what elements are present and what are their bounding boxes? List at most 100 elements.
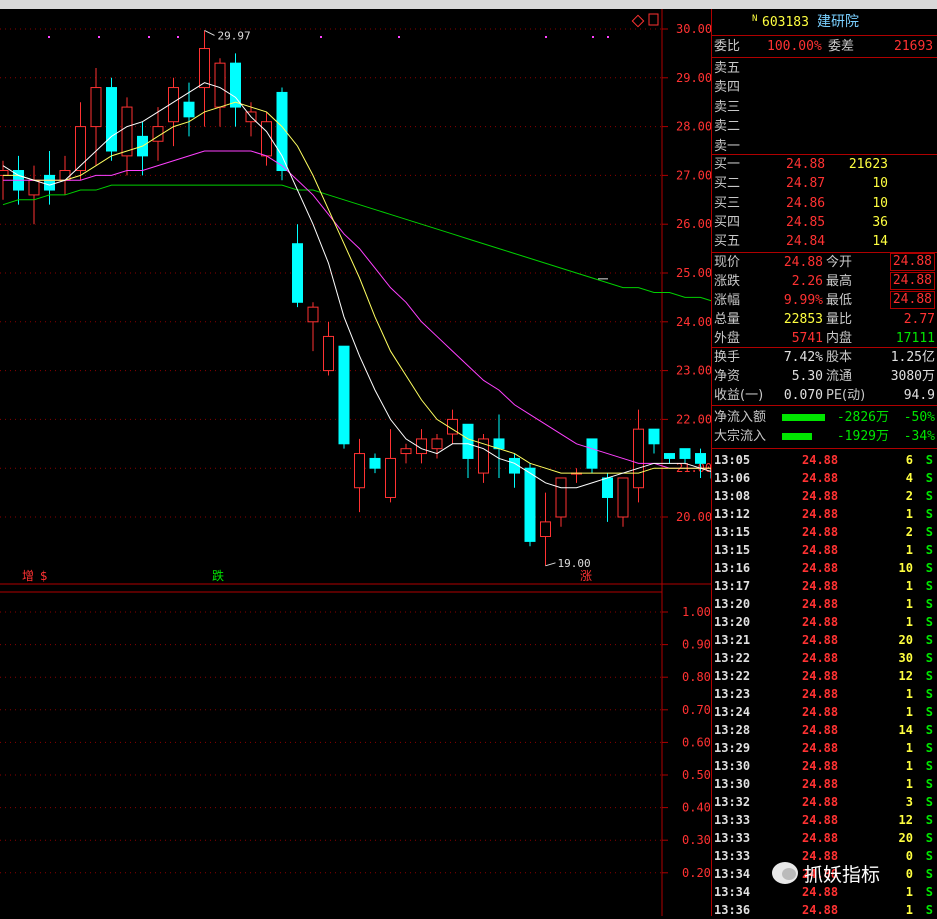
- signal-marker: 涨: [580, 568, 592, 583]
- tick-row[interactable]: 13:32 24.88 3 S: [712, 793, 937, 811]
- tick-price: 24.88: [802, 525, 839, 539]
- tick-row[interactable]: 13:20 24.88 1 S: [712, 613, 937, 631]
- candle-body: [90, 87, 102, 128]
- tick-time: 13:30: [714, 777, 751, 791]
- quote-value: 9.99%: [783, 293, 823, 308]
- tick-row[interactable]: 13:24 24.88 1 S: [712, 703, 937, 721]
- tick-side: S: [925, 453, 933, 467]
- candle-body: [261, 121, 272, 157]
- stock-code: 603183: [762, 15, 809, 30]
- y-tick-label: 26.00: [676, 217, 711, 231]
- tick-time: 13:33: [714, 849, 751, 863]
- candle-body: [44, 174, 55, 191]
- candle-body: [648, 428, 660, 445]
- bid-volume: 21623: [848, 157, 888, 172]
- tick-row[interactable]: 13:17 24.88 1 S: [712, 577, 937, 595]
- bid-row: 买一 24.88 21623: [712, 155, 937, 174]
- fund-label: 换手: [714, 350, 741, 365]
- bid-price: 24.85: [786, 214, 826, 230]
- tick-price: 24.88: [802, 471, 839, 485]
- indicator-tick-label: 1.00: [682, 605, 711, 619]
- quote-label: 总量: [714, 312, 741, 327]
- bid-volume: 10: [872, 195, 888, 211]
- tick-volume: 1: [905, 759, 913, 773]
- tick-volume: 2: [905, 489, 913, 503]
- tick-side: S: [925, 489, 933, 503]
- ask-label: 卖四: [714, 80, 741, 96]
- tick-row[interactable]: 13:30 24.88 1 S: [712, 757, 937, 775]
- tick-row[interactable]: 13:06 24.88 4 S: [712, 469, 937, 487]
- bid-volume: 10: [872, 176, 888, 192]
- tick-volume: 4: [905, 471, 913, 485]
- tick-row[interactable]: 13:05 24.88 6 S: [712, 451, 937, 469]
- quote-label: 外盘: [714, 331, 741, 346]
- quote-value: 24.88: [783, 255, 823, 270]
- tick-price: 24.88: [802, 813, 839, 827]
- tick-row[interactable]: 13:16 24.88 10 S: [712, 559, 937, 577]
- tick-side: S: [925, 723, 933, 737]
- kline-chart[interactable]: 30.00 29.00 28.00 27.00 26.00 25.00 24.00 23.00…: [0, 9, 711, 589]
- quote-label: 最高: [826, 274, 853, 289]
- quote-label: 内盘: [826, 331, 853, 346]
- tick-time: 13:33: [714, 813, 751, 827]
- tick-row[interactable]: 13:29 24.88 1 S: [712, 739, 937, 757]
- quote-row: 外盘 5741 内盘 17111: [712, 329, 937, 348]
- tick-side: S: [925, 471, 933, 485]
- tick-volume: 20: [898, 633, 913, 647]
- high-label: 29.97: [218, 29, 251, 42]
- tick-price: 24.88: [802, 579, 839, 593]
- tick-row[interactable]: 13:15 24.88 2 S: [712, 523, 937, 541]
- candle-body: [369, 457, 381, 469]
- indicator-tick-label: 0.50: [682, 768, 711, 782]
- y-tick-label: 20.00: [676, 510, 711, 524]
- tick-row[interactable]: 13:12 24.88 1 S: [712, 505, 937, 523]
- tick-time: 13:36: [714, 903, 751, 917]
- tick-side: S: [925, 831, 933, 845]
- tick-row[interactable]: 13:33 24.88 20 S: [712, 829, 937, 847]
- ask-row: 卖三: [712, 98, 937, 117]
- candle-body: [0, 170, 9, 176]
- tick-price: 24.88: [802, 759, 839, 773]
- tick-side: S: [925, 507, 933, 521]
- candle-body: [323, 335, 334, 372]
- flow-percent: -50%: [903, 410, 935, 425]
- candle-body: [602, 477, 613, 498]
- candle-body: [555, 477, 567, 518]
- candle-body: [75, 126, 86, 172]
- indicator-chart[interactable]: 1.00 0.90 0.80 0.70 0.60 0.50 0.40 0.30 0.20: [0, 589, 711, 916]
- tick-price: 24.88: [802, 777, 839, 791]
- bid-label: 买五: [714, 234, 741, 250]
- tick-time: 13:22: [714, 669, 751, 683]
- tick-row[interactable]: 13:21 24.88 20 S: [712, 631, 937, 649]
- bid-price: 24.84: [786, 234, 826, 250]
- ask-row: 卖四: [712, 78, 937, 97]
- signal-dot: [48, 36, 50, 38]
- tick-time: 13:05: [714, 453, 751, 467]
- tick-row[interactable]: 13:22 24.88 30 S: [712, 649, 937, 667]
- quote-value: 2.77: [903, 312, 935, 327]
- signal-marker: 跌: [212, 568, 224, 583]
- y-tick-label: 22.00: [676, 412, 711, 426]
- chart-area[interactable]: 30.00 29.00 28.00 27.00 26.00 25.00 24.00 23.00…: [0, 9, 711, 916]
- code-prefix: N: [752, 14, 758, 24]
- tick-volume: 1: [905, 597, 913, 611]
- flow-label: 大宗流入: [714, 429, 767, 444]
- tick-row[interactable]: 13:30 24.88 1 S: [712, 775, 937, 793]
- quote-label: 现价: [714, 255, 741, 270]
- tick-row[interactable]: 13:36 24.88 1 S: [712, 901, 937, 919]
- tick-side: S: [925, 849, 933, 863]
- ask-label: 卖五: [714, 61, 741, 76]
- candle-body: [695, 453, 706, 464]
- indicator-tick-label: 0.40: [682, 801, 711, 815]
- candle-body: [307, 306, 319, 323]
- tick-row[interactable]: 13:33 24.88 12 S: [712, 811, 937, 829]
- bid-label: 买四: [714, 214, 741, 230]
- tick-row[interactable]: 13:15 24.88 1 S: [712, 541, 937, 559]
- tick-row[interactable]: 13:22 24.88 12 S: [712, 667, 937, 685]
- tick-volume: 1: [905, 885, 913, 899]
- quote-value: 24.88: [889, 253, 935, 271]
- tick-row[interactable]: 13:23 24.88 1 S: [712, 685, 937, 703]
- tick-row[interactable]: 13:08 24.88 2 S: [712, 487, 937, 505]
- tick-row[interactable]: 13:20 24.88 1 S: [712, 595, 937, 613]
- tick-row[interactable]: 13:28 24.88 14 S: [712, 721, 937, 739]
